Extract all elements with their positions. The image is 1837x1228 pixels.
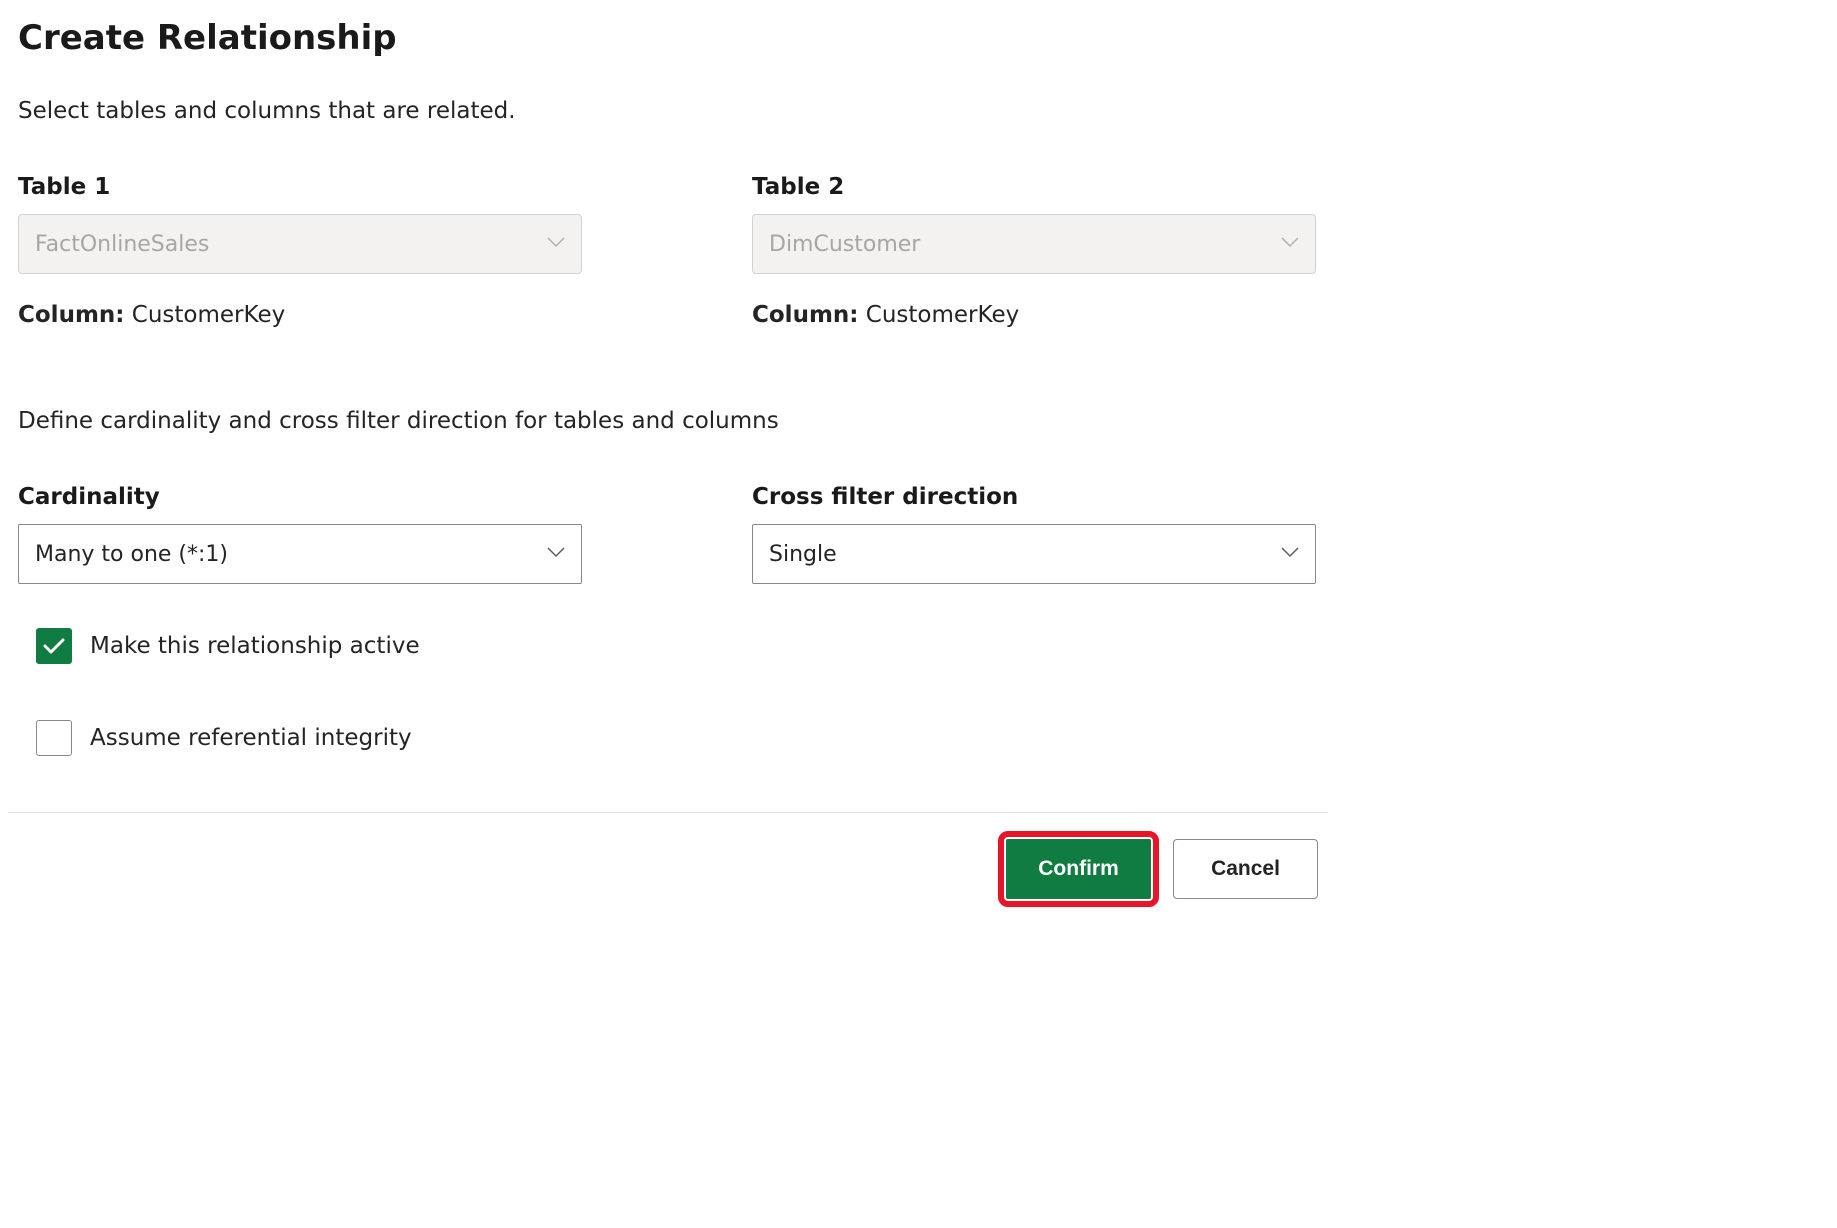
cardinality-label: Cardinality (18, 484, 582, 510)
table1-label: Table 1 (18, 174, 582, 200)
confirm-button[interactable]: Confirm (1006, 839, 1151, 899)
dialog-title: Create Relationship (18, 18, 1318, 58)
chevron-down-icon (1281, 236, 1299, 252)
active-checkbox[interactable] (36, 628, 72, 664)
dialog-subtitle: Select tables and columns that are relat… (18, 98, 1318, 124)
cardinality-block: Cardinality Many to one (*:1) (18, 484, 582, 584)
define-text: Define cardinality and cross filter dire… (18, 408, 1318, 434)
active-checkbox-row: Make this relationship active (36, 628, 1318, 664)
cardinality-value: Many to one (*:1) (35, 542, 228, 567)
table2-value: DimCustomer (769, 232, 920, 257)
table2-column-value: CustomerKey (866, 302, 1019, 328)
chevron-down-icon (547, 236, 565, 252)
integrity-checkbox-row: Assume referential integrity (36, 720, 1318, 756)
settings-row: Cardinality Many to one (*:1) Cross filt… (18, 484, 1318, 584)
chevron-down-icon (547, 546, 565, 562)
table1-select[interactable]: FactOnlineSales (18, 214, 582, 274)
table2-column-row: Column: CustomerKey (752, 302, 1316, 328)
integrity-checkbox-label[interactable]: Assume referential integrity (90, 725, 412, 751)
crossfilter-select[interactable]: Single (752, 524, 1316, 584)
table1-column-label: Column: (18, 302, 124, 328)
table1-column-value: CustomerKey (132, 302, 285, 328)
integrity-checkbox[interactable] (36, 720, 72, 756)
cardinality-select[interactable]: Many to one (*:1) (18, 524, 582, 584)
create-relationship-dialog: Create Relationship Select tables and co… (18, 18, 1318, 929)
table2-label: Table 2 (752, 174, 1316, 200)
table2-select[interactable]: DimCustomer (752, 214, 1316, 274)
table1-column-row: Column: CustomerKey (18, 302, 582, 328)
table1-value: FactOnlineSales (35, 232, 209, 257)
table2-column-label: Column: (752, 302, 858, 328)
dialog-footer: Confirm Cancel (8, 812, 1328, 929)
crossfilter-label: Cross filter direction (752, 484, 1316, 510)
crossfilter-block: Cross filter direction Single (752, 484, 1316, 584)
table1-block: Table 1 FactOnlineSales Column: Customer… (18, 174, 582, 328)
chevron-down-icon (1281, 546, 1299, 562)
table2-block: Table 2 DimCustomer Column: CustomerKey (752, 174, 1316, 328)
active-checkbox-label[interactable]: Make this relationship active (90, 633, 420, 659)
tables-row: Table 1 FactOnlineSales Column: Customer… (18, 174, 1318, 328)
crossfilter-value: Single (769, 542, 837, 567)
cancel-button[interactable]: Cancel (1173, 839, 1318, 899)
